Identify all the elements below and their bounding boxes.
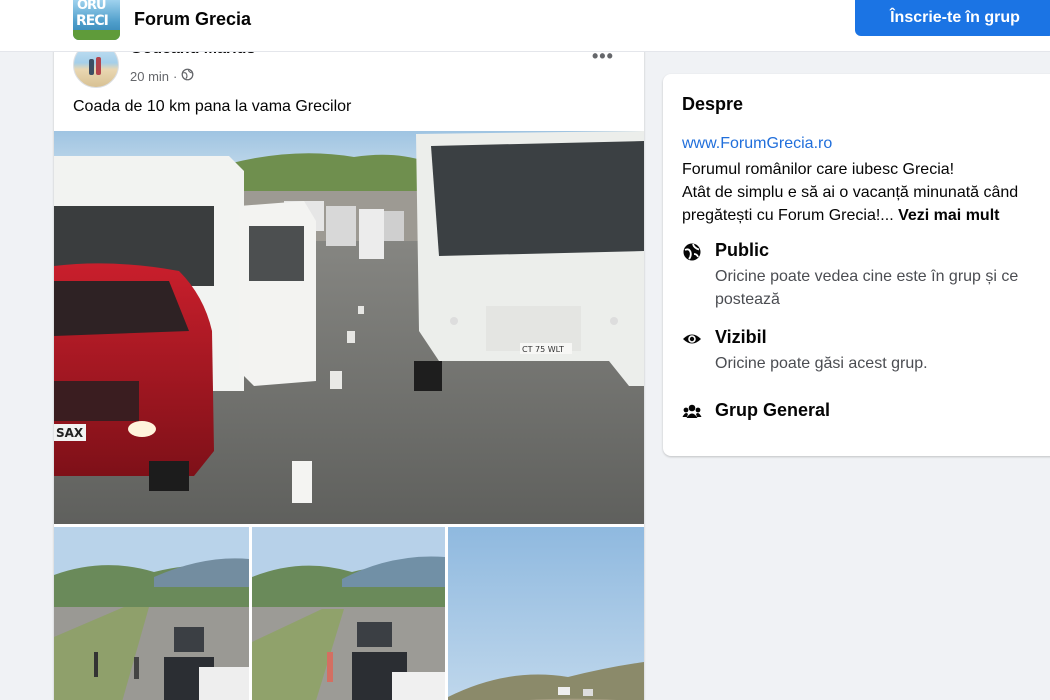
thumb-photo-2[interactable] [252,527,445,700]
about-description: Forumul românilor care iubesc Grecia! At… [682,158,1050,227]
globe-icon[interactable] [181,68,194,84]
join-group-button[interactable]: Înscrie-te în grup [855,0,1050,36]
group-name[interactable]: Forum Grecia [134,9,251,30]
description-line: pregătești cu Forum Grecia!... [682,207,894,224]
thumb-photo-1[interactable] [54,527,249,700]
about-title: Despre [682,94,744,114]
description-line: Forumul românilor care iubesc Grecia! [682,161,955,178]
description-line-3: pregătești cu Forum Grecia!... Vezi mai … [682,204,1050,227]
thumb-photo-3[interactable] [448,527,644,700]
see-more-link[interactable]: Vezi mai mult [898,207,999,224]
logo-text-top: ORU [77,0,107,13]
post-time[interactable]: 20 min [130,69,169,84]
website-link[interactable]: www.ForumGrecia.ro [682,135,832,153]
about-panel: Despre www.ForumGrecia.ro Forumul români… [663,74,1050,456]
eye-icon [682,329,702,349]
visibility-label: Vizibil [715,327,767,347]
visibility-description: Oricine poate găsi acest grup. [715,355,928,372]
post-text: Coada de 10 km pana la vama Grecilor [73,98,352,115]
people-icon [682,402,702,422]
post-card: Godeanu Marius 20 min · ••• Coada de 10 … [54,30,644,700]
privacy-label: Public [715,240,770,260]
avatar-figure [96,57,101,75]
globe-icon [682,242,702,262]
post-meta: 20 min · [130,68,194,84]
bus-plate-text: CT 75 WLT [522,345,564,354]
logo-grass [73,30,120,40]
plate-text: SAX [56,426,84,440]
group-logo[interactable]: ORU RECI [73,0,120,40]
meta-separator: · [173,68,178,84]
privacy-description: Oricine poate vedea cine este în grup și… [715,268,1019,308]
logo-text-bottom: RECI [76,13,109,29]
avatar-figure [89,59,94,75]
group-header: ORU RECI Forum Grecia Înscrie-te în grup [0,0,1050,52]
main-photo[interactable]: SAX CT 75 WLT [54,131,644,524]
group-type-label: Grup General [715,400,831,420]
description-line: Atât de simplu e să ai o vacanță minunat… [682,184,1019,201]
